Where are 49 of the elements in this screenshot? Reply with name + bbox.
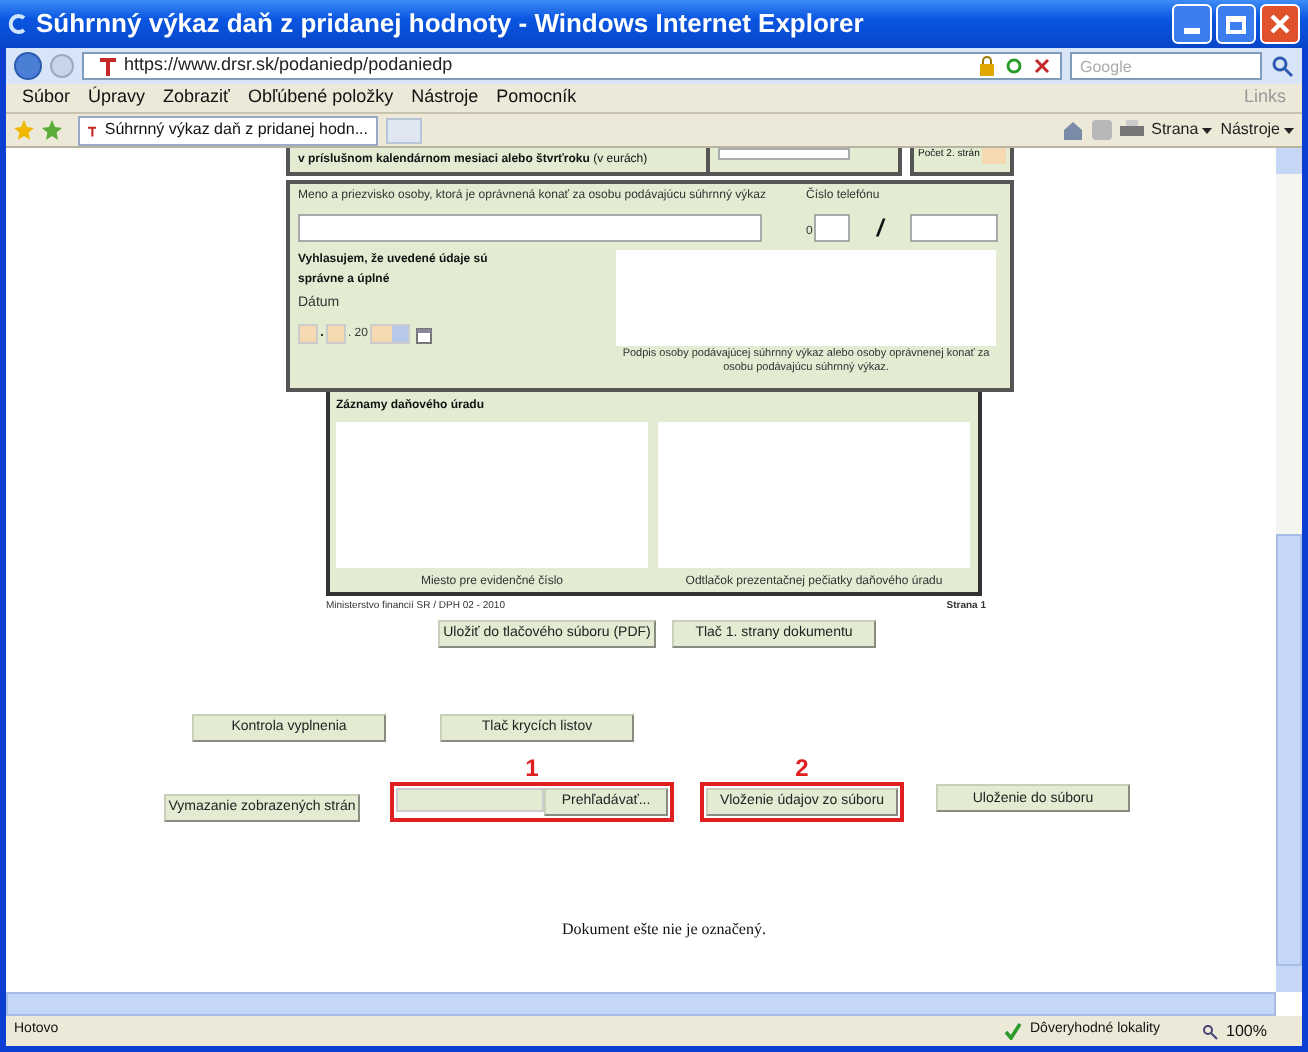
phone-area-field[interactable] — [814, 214, 851, 242]
command-menu[interactable]: Nástroje — [1220, 118, 1294, 142]
name-field[interactable] — [298, 214, 762, 242]
menu-item[interactable]: Nástroje — [411, 84, 479, 112]
vertical-scrollbar[interactable] — [1276, 148, 1302, 992]
home-icon[interactable] — [1061, 120, 1084, 140]
window-title: Súhrnný výkaz daň z pridanej hodnoty - Windows Internet Explorer — [36, 6, 864, 43]
refresh-icon — [1004, 56, 1024, 76]
browser-tab[interactable]: Súhrnný výkaz daň z pridanej hodn... — [78, 115, 378, 145]
stop-icon — [1032, 56, 1052, 76]
command-menu[interactable]: Strana — [1151, 118, 1213, 142]
maximize-button[interactable] — [1216, 4, 1256, 44]
lock-icon — [978, 56, 996, 76]
back-button[interactable] — [14, 52, 42, 80]
horizontal-scrollbar[interactable] — [6, 992, 1276, 1016]
phone-separator: / — [876, 214, 884, 242]
menu-item[interactable]: Pomocník — [496, 84, 577, 112]
amount-field[interactable] — [718, 148, 850, 160]
new-tab-button[interactable] — [386, 117, 422, 143]
file-path-field[interactable] — [396, 787, 544, 811]
calendar-icon[interactable] — [415, 328, 432, 344]
favorites-star-icon[interactable] — [14, 120, 34, 140]
menu-item[interactable]: Súbor — [22, 84, 71, 112]
annotation-number: 2 — [795, 753, 809, 781]
forward-button[interactable] — [50, 54, 74, 78]
add-favorite-icon[interactable] — [42, 120, 62, 140]
menu-item[interactable]: Obľúbené položky — [247, 84, 394, 112]
day-field[interactable] — [298, 324, 318, 344]
annotation-number: 1 — [525, 753, 539, 781]
menu-item[interactable]: Úpravy — [88, 84, 146, 112]
phone-number-field[interactable] — [909, 214, 998, 242]
minimize-button[interactable] — [1172, 4, 1212, 44]
close-button[interactable] — [1260, 4, 1300, 44]
site-icon — [88, 121, 97, 139]
caret-icon — [1284, 127, 1294, 133]
menu-item[interactable]: Zobraziť — [163, 84, 230, 112]
caret-icon — [1202, 127, 1213, 133]
close-icon — [1270, 14, 1290, 34]
search-icon[interactable] — [1270, 54, 1294, 78]
print-icon[interactable] — [1119, 120, 1144, 140]
zoom-icon — [1202, 1023, 1218, 1039]
month-field[interactable] — [325, 324, 346, 344]
count-field[interactable] — [982, 148, 1006, 164]
checkmark-icon — [1004, 1022, 1022, 1040]
zoom-level[interactable]: 100% — [1226, 1019, 1294, 1043]
search-field[interactable]: Google — [1070, 52, 1262, 80]
site-icon — [100, 56, 116, 76]
document-status: Dokument ešte nie je označený. — [562, 917, 768, 941]
address-field[interactable]: https://www.drsr.sk/podaniedp/podaniedp — [82, 52, 1062, 80]
